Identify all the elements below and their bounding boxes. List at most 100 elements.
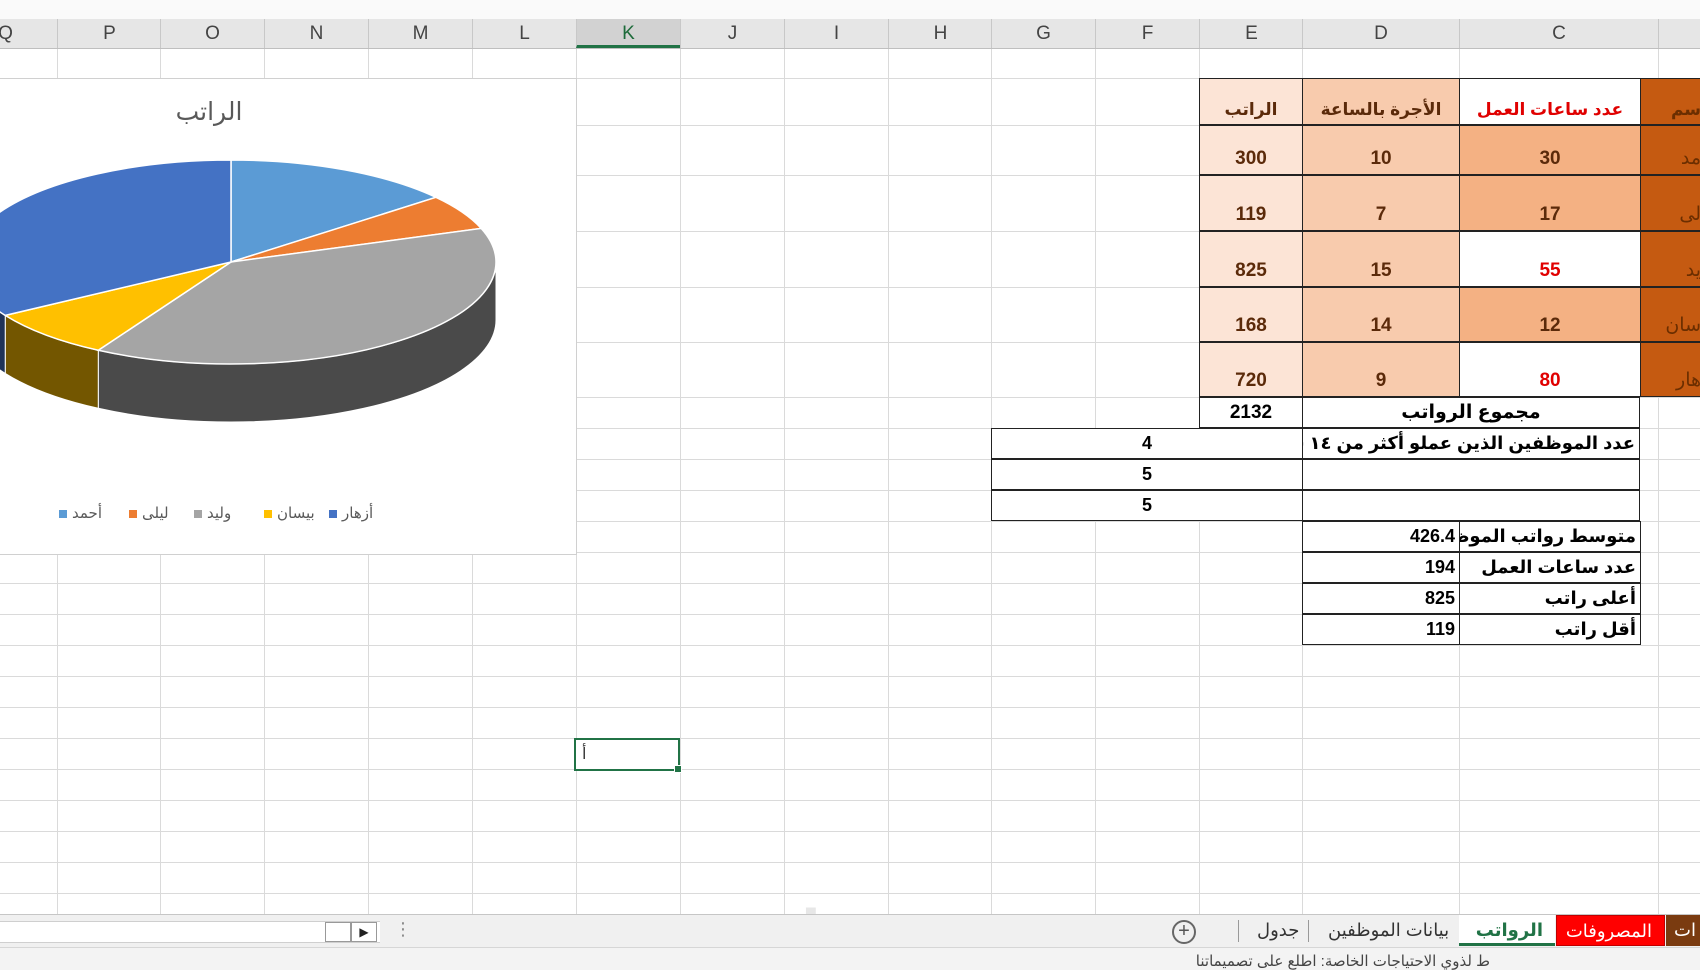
column-header-e[interactable]: E — [1199, 19, 1303, 48]
formula-bar-edge — [0, 0, 1700, 20]
employee-name-cell[interactable]: مد — [1640, 125, 1700, 175]
count-label-cell[interactable]: عدد الموظفين الذين عملو أكثر من ١٤ ساعة — [1302, 428, 1640, 459]
legend-item: أحمد — [59, 504, 102, 522]
column-header-l[interactable]: L — [472, 19, 576, 48]
employee-name-cell[interactable]: يد — [1640, 231, 1700, 287]
stat-value: 825 — [1424, 588, 1455, 608]
grid-row-line — [0, 893, 1700, 894]
fill-handle[interactable] — [674, 765, 682, 773]
stat-label-cell[interactable]: متوسط رواتب الموظف — [1459, 521, 1641, 552]
stat-label: أقل راتب — [1554, 619, 1636, 639]
salary-cell[interactable]: 119 — [1199, 175, 1303, 231]
hours-cell[interactable]: 80 — [1459, 342, 1641, 397]
grid-column-line — [680, 49, 681, 914]
stat-label-cell[interactable]: أعلى راتب — [1459, 583, 1641, 614]
column-header-q[interactable]: Q — [0, 19, 57, 48]
employee-name-cell[interactable]: هار — [1640, 342, 1700, 397]
column-header-o[interactable]: O — [160, 19, 264, 48]
stat-value-cell[interactable]: 119 — [1302, 614, 1460, 645]
column-header-d[interactable]: D — [1302, 19, 1459, 48]
rate-cell[interactable]: 15 — [1302, 231, 1460, 287]
column-header-n[interactable]: N — [264, 19, 368, 48]
column-header-j[interactable]: J — [680, 19, 784, 48]
add-sheet-icon[interactable]: + — [1172, 920, 1196, 944]
hours-cell[interactable]: 55 — [1459, 231, 1641, 287]
stat-value-cell[interactable]: 426.4 — [1302, 521, 1460, 552]
stat-value: 119 — [1425, 619, 1455, 639]
count-label-cell-3[interactable] — [1302, 490, 1640, 521]
rate-cell[interactable]: 7 — [1302, 175, 1460, 231]
column-header-k[interactable]: K — [576, 19, 680, 48]
horizontal-scrollbar[interactable] — [0, 921, 380, 943]
tab-table[interactable]: جدول — [1245, 915, 1311, 946]
stat-label: عدد ساعات العمل — [1481, 557, 1636, 577]
legend-swatch — [194, 510, 202, 519]
count-label-cell-2[interactable] — [1302, 459, 1640, 490]
count-value-cell-2[interactable]: 5 — [991, 459, 1303, 490]
tab-separator — [1308, 920, 1309, 942]
rate-cell[interactable]: 14 — [1302, 287, 1460, 342]
tab-expenses[interactable]: المصروفات — [1556, 915, 1665, 946]
tab-separator — [1238, 920, 1239, 942]
total-label-cell[interactable]: مجموع الرواتب — [1302, 397, 1640, 428]
pie-chart-plot — [0, 159, 497, 423]
column-header-b[interactable]: B — [1658, 19, 1700, 48]
column-header-f[interactable]: F — [1095, 19, 1199, 48]
scroll-thumb[interactable] — [325, 922, 351, 942]
header-name-cell[interactable]: سم — [1640, 78, 1700, 125]
hours-cell[interactable]: 30 — [1459, 125, 1641, 175]
legend-label: بيسان — [277, 505, 315, 522]
legend-label: وليد — [207, 505, 232, 522]
grid-column-line — [888, 49, 889, 914]
active-cell[interactable]: أ — [574, 738, 682, 773]
legend-item: أزهار — [329, 504, 373, 522]
column-header-m[interactable]: M — [368, 19, 472, 48]
legend-item: وليد — [194, 504, 231, 522]
header-salary-cell[interactable]: الراتب — [1199, 78, 1303, 125]
tab-splitter-icon[interactable]: ⋮ — [394, 919, 412, 940]
total-value-cell[interactable]: 2132 — [1199, 397, 1303, 428]
active-cell-text: أ — [582, 746, 587, 763]
legend-swatch — [264, 510, 272, 519]
grid-row-line — [0, 676, 1700, 677]
grid-row-line — [0, 769, 1700, 770]
employee-name-cell[interactable]: سان — [1640, 287, 1700, 342]
grid-row-line — [0, 831, 1700, 832]
grid-row-line — [0, 738, 1700, 739]
employee-name-cell[interactable]: لى — [1640, 175, 1700, 231]
salary-cell[interactable]: 168 — [1199, 287, 1303, 342]
salary-cell[interactable]: 300 — [1199, 125, 1303, 175]
stat-value-cell[interactable]: 825 — [1302, 583, 1460, 614]
salary-cell[interactable]: 825 — [1199, 231, 1303, 287]
tab-employee-data[interactable]: بيانات الموظفين — [1316, 915, 1461, 946]
hours-cell[interactable]: 12 — [1459, 287, 1641, 342]
column-header-i[interactable]: I — [784, 19, 888, 48]
rate-cell[interactable]: 10 — [1302, 125, 1460, 175]
rate-cell[interactable]: 9 — [1302, 342, 1460, 397]
column-header-g[interactable]: G — [991, 19, 1095, 48]
stat-label: متوسط رواتب الموظف — [1460, 526, 1636, 546]
column-header-c[interactable]: C — [1459, 19, 1658, 48]
stat-value: 194 — [1424, 557, 1455, 577]
count-value-cell[interactable]: 4 — [991, 428, 1303, 459]
stat-value: 426.4 — [1409, 526, 1455, 546]
stat-label-cell[interactable]: أقل راتب — [1459, 614, 1641, 645]
count-over14-label: عدد الموظفين الذين عملو أكثر من ١٤ ساعة — [1303, 433, 1635, 453]
chart-legend: أحمد ليلى وليد بيسان أزهار — [39, 504, 459, 528]
column-header-row: BCDEFGHIJKLMNOPQ — [0, 19, 1700, 49]
stat-label-cell[interactable]: عدد ساعات العمل — [1459, 552, 1641, 583]
scroll-right-arrow-icon[interactable]: ▶ — [351, 922, 377, 942]
tab-salaries[interactable]: الرواتب — [1459, 915, 1555, 946]
salary-cell[interactable]: 720 — [1199, 342, 1303, 397]
pie-chart[interactable]: الراتب أحمد ليلى وليد بيسان أزهار — [0, 78, 577, 555]
header-hours-cell[interactable]: عدد ساعات العمل — [1459, 78, 1641, 125]
count-value-cell-3[interactable]: 5 — [991, 490, 1303, 521]
legend-label: أزهار — [342, 505, 374, 522]
spreadsheet: BCDEFGHIJKLMNOPQ سمعدد ساعات العملالأجرة… — [0, 0, 1700, 970]
tab-partial[interactable]: ات — [1666, 915, 1700, 946]
column-header-p[interactable]: P — [57, 19, 161, 48]
stat-value-cell[interactable]: 194 — [1302, 552, 1460, 583]
header-rate-cell[interactable]: الأجرة بالساعة — [1302, 78, 1460, 125]
column-header-h[interactable]: H — [888, 19, 992, 48]
hours-cell[interactable]: 17 — [1459, 175, 1641, 231]
